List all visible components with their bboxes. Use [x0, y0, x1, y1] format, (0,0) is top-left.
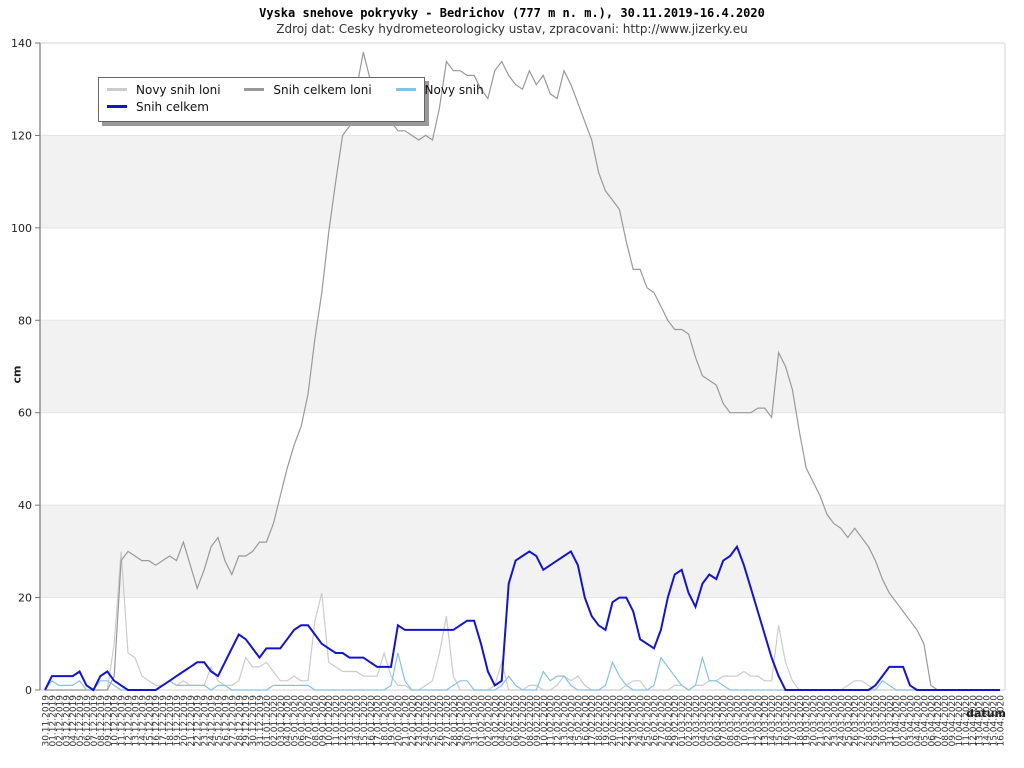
legend-swatch-novy-snih-loni-icon	[107, 88, 127, 91]
legend-swatch-novy-snih-icon	[395, 88, 416, 91]
x-axis-label: datum	[966, 707, 1006, 720]
y-tick-label: 100	[11, 222, 32, 235]
legend-item-snih-celkem: Snih celkem	[107, 99, 209, 116]
plot-bands	[40, 135, 1005, 598]
chart-subtitle: Zdroj dat: Cesky hydrometeorologicky ust…	[276, 22, 748, 36]
legend-label-novy-snih-loni: Novy snih loni	[136, 83, 221, 97]
legend-item-novy-snih: Novy snih	[395, 82, 484, 99]
legend-item-snih-celkem-loni: Snih celkem loni	[244, 82, 372, 99]
legend-label-snih-celkem: Snih celkem	[136, 100, 209, 114]
legend-swatch-snih-celkem-loni-icon	[244, 88, 265, 91]
y-tick-label: 60	[18, 407, 32, 420]
x-axis-labels: 30.11.201901.12.201902.12.201903.12.2019…	[42, 695, 1007, 747]
chart-title: Vyska snehove pokryvky - Bedrichov (777 …	[259, 6, 765, 20]
legend-row-1: Novy snih loni Snih celkem loni Novy sni…	[107, 82, 484, 99]
y-tick-label: 140	[11, 37, 32, 50]
x-tick-label: 16.04.2020	[997, 695, 1007, 747]
y-tick-label: 40	[18, 499, 32, 512]
legend-label-snih-celkem-loni: Snih celkem loni	[273, 83, 372, 97]
y-tick-label: 80	[18, 314, 32, 327]
legend: Novy snih loni Snih celkem loni Novy sni…	[98, 77, 484, 122]
legend-item-novy-snih-loni: Novy snih loni	[107, 82, 221, 99]
legend-row-2: Snih celkem	[107, 99, 416, 116]
y-tick-label: 0	[25, 684, 32, 697]
snow-chart-page: 0 20 40 60 80 100 120 140 30.11.2019 01.12.2019 02…	[0, 0, 1024, 768]
y-tick-label: 20	[18, 592, 32, 605]
legend-label-novy-snih: Novy snih	[424, 83, 484, 97]
y-axis-unit-label: cm	[10, 365, 24, 384]
y-tick-label: 120	[11, 129, 32, 142]
legend-swatch-snih-celkem-icon	[107, 105, 127, 108]
